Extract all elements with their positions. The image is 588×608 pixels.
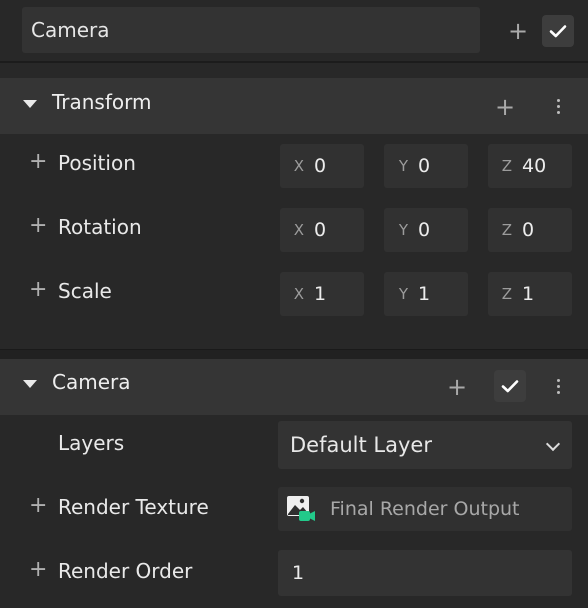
rotation-z-value: 0	[522, 219, 535, 241]
layers-dropdown[interactable]: Default Layer	[278, 421, 572, 469]
layers-value: Default Layer	[290, 433, 432, 457]
rotation-z-field[interactable]: Z 0	[488, 208, 572, 252]
rotation-y-field[interactable]: Y 0	[384, 208, 468, 252]
position-z-value: 40	[522, 155, 547, 177]
more-vertical-icon	[556, 378, 560, 382]
position-y-field[interactable]: Y 0	[384, 144, 468, 188]
transform-more-button[interactable]	[550, 95, 566, 117]
position-label: Position	[58, 151, 136, 175]
object-name-input[interactable]: Camera	[22, 7, 480, 53]
axis-y-label: Y	[398, 285, 408, 303]
plus-icon: +	[446, 373, 468, 401]
camera-more-button[interactable]	[550, 375, 566, 397]
more-vertical-icon	[556, 98, 560, 102]
camera-add-button[interactable]: +	[444, 374, 470, 400]
section-divider	[0, 349, 588, 359]
scale-y-value: 1	[418, 283, 431, 305]
scale-expand-button[interactable]: +	[29, 279, 47, 301]
scale-label: Scale	[58, 279, 112, 303]
layers-label: Layers	[58, 431, 125, 455]
add-component-button[interactable]: +	[505, 18, 531, 44]
scale-z-value: 1	[522, 283, 535, 305]
position-x-field[interactable]: X 0	[280, 144, 364, 188]
axis-x-label: X	[293, 285, 304, 303]
position-expand-button[interactable]: +	[29, 151, 47, 173]
position-y-value: 0	[418, 155, 431, 177]
chevron-down-icon	[545, 436, 561, 452]
rotation-x-value: 0	[314, 219, 327, 241]
render-order-input[interactable]: 1	[278, 550, 572, 596]
axis-y-label: Y	[398, 157, 408, 175]
checkmark-icon	[501, 380, 519, 393]
checkmark-icon	[549, 25, 567, 38]
object-enabled-toggle[interactable]	[542, 15, 574, 47]
scale-z-field[interactable]: Z 1	[488, 272, 572, 316]
position-x-value: 0	[314, 155, 327, 177]
render-texture-value: Final Render Output	[330, 498, 520, 520]
rotation-y-value: 0	[418, 219, 431, 241]
scale-x-value: 1	[314, 283, 327, 305]
render-order-value: 1	[292, 562, 305, 584]
render-order-label: Render Order	[58, 559, 193, 583]
render-order-expand-button[interactable]: +	[29, 559, 47, 581]
axis-x-label: X	[293, 157, 304, 175]
axis-x-label: X	[293, 221, 304, 239]
render-texture-field[interactable]: Final Render Output	[278, 487, 572, 531]
position-z-field[interactable]: Z 40	[488, 144, 572, 188]
scale-x-field[interactable]: X 1	[280, 272, 364, 316]
plus-icon: +	[494, 93, 516, 121]
transform-title: Transform	[52, 90, 152, 114]
transform-add-button[interactable]: +	[492, 94, 518, 120]
caret-down-icon[interactable]	[23, 100, 37, 108]
axis-z-label: Z	[501, 157, 512, 175]
plus-icon: +	[507, 17, 529, 45]
render-texture-label: Render Texture	[58, 495, 209, 519]
axis-z-label: Z	[501, 221, 512, 239]
render-texture-expand-button[interactable]: +	[29, 495, 47, 517]
caret-down-icon[interactable]	[23, 380, 37, 388]
rotation-x-field[interactable]: X 0	[280, 208, 364, 252]
divider	[0, 61, 588, 63]
render-target-icon	[287, 496, 315, 521]
rotation-label: Rotation	[58, 215, 142, 239]
axis-z-label: Z	[501, 285, 512, 303]
camera-enabled-toggle[interactable]	[494, 370, 526, 402]
rotation-expand-button[interactable]: +	[29, 215, 47, 237]
scale-y-field[interactable]: Y 1	[384, 272, 468, 316]
camera-title: Camera	[52, 370, 131, 394]
axis-y-label: Y	[398, 221, 408, 239]
